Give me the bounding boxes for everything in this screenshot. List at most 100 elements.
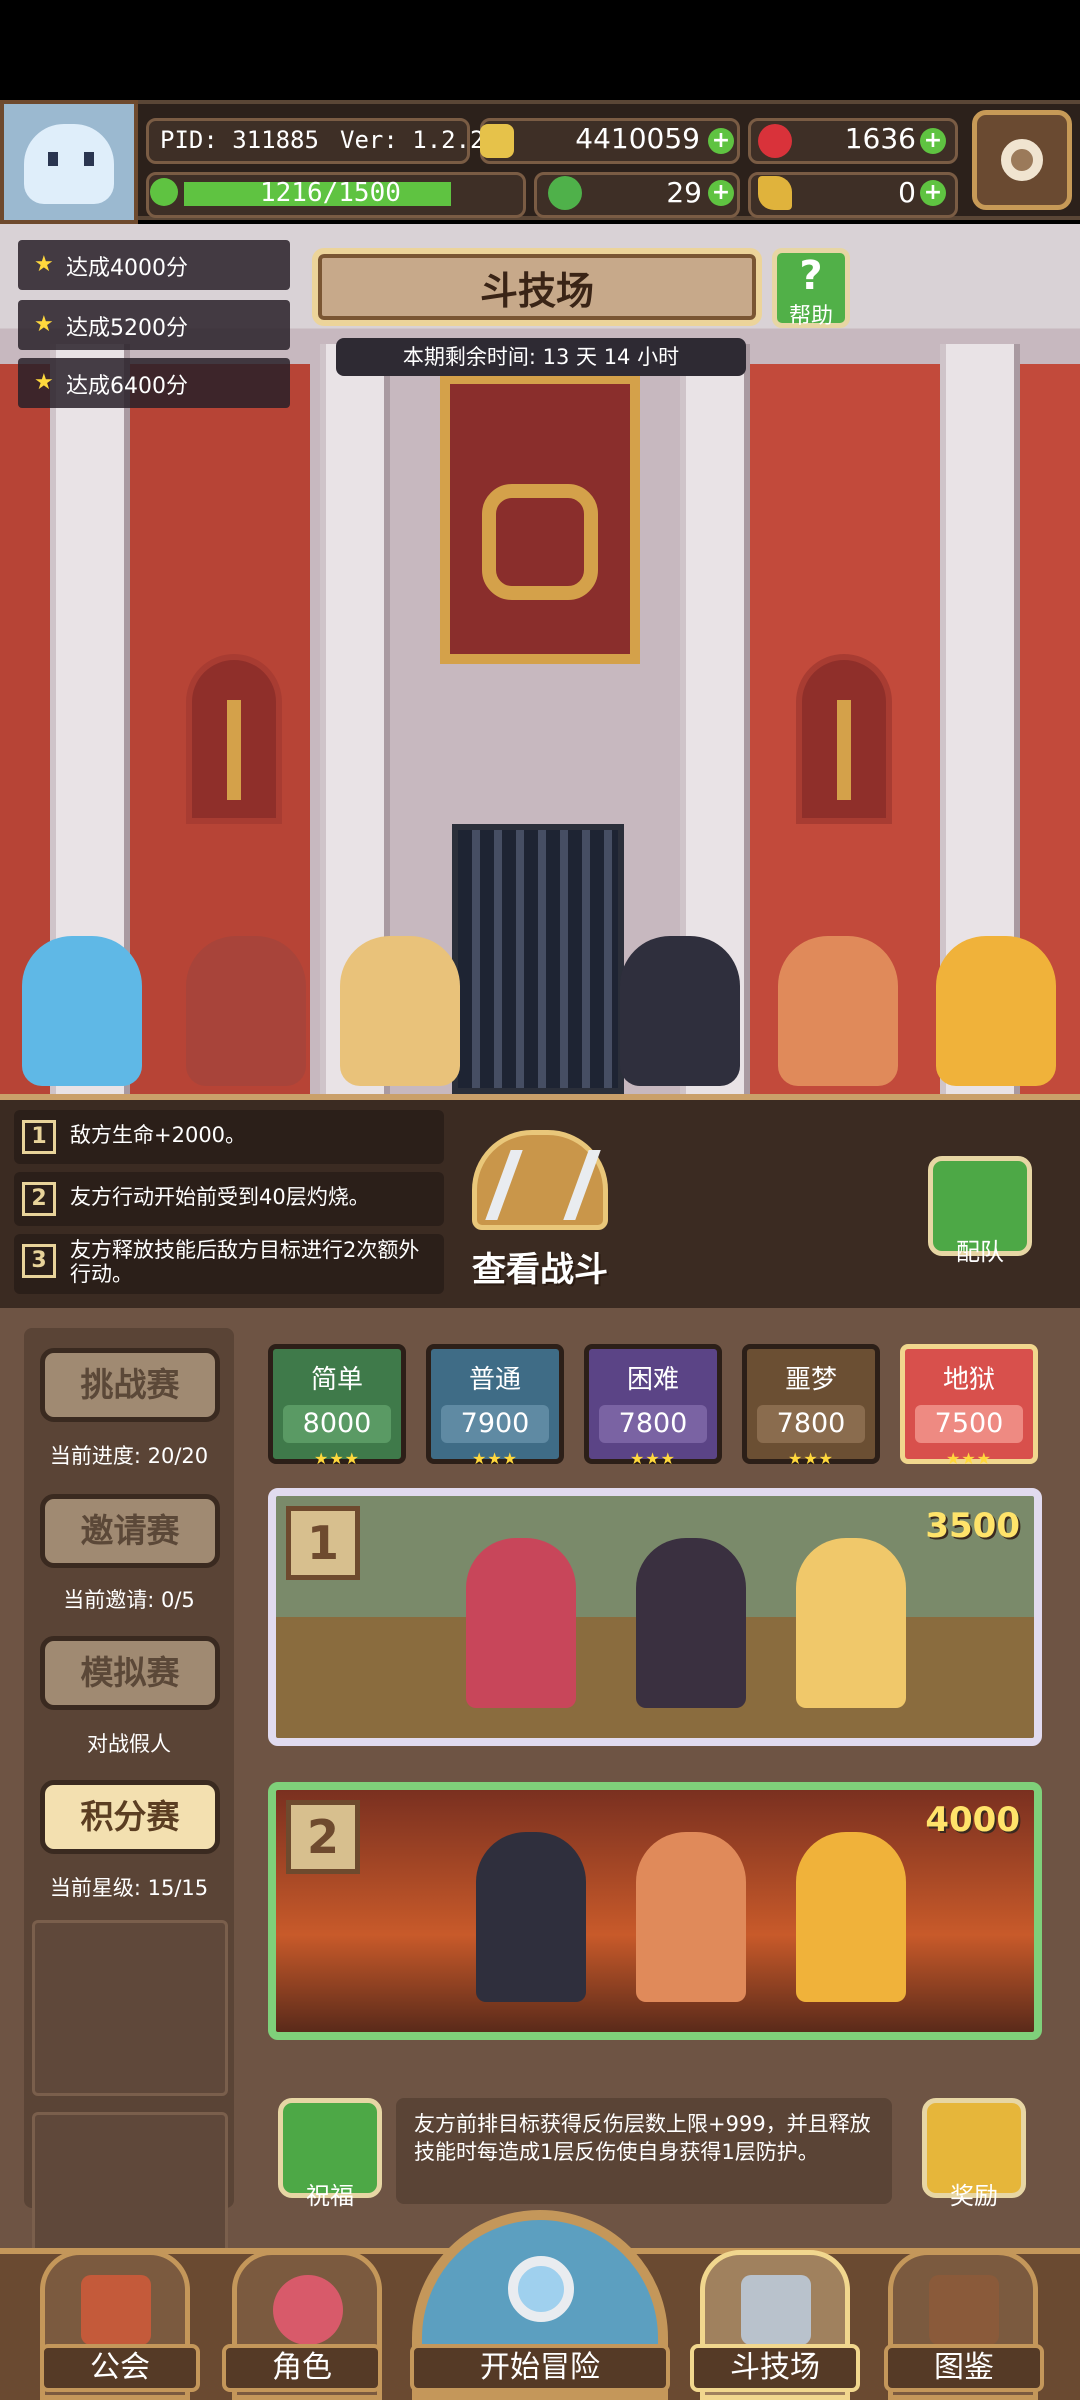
avatar-eye [48,152,58,166]
difficulty-stars: ★★★ [945,1449,993,1468]
hero-sprite [620,936,740,1086]
nav-arena-label: 斗技场 [690,2344,860,2392]
character-icon [273,2275,343,2345]
goal-item: ★ 达成5200分 [18,300,290,350]
enemy-sprite [466,1538,576,1708]
hero-sprite [186,936,306,1086]
difficulty-name: 普通 [468,1365,521,1395]
nav-codex-label: 图鉴 [884,2344,1044,2392]
gold-coin-icon [480,124,514,158]
book-icon [929,2275,999,2345]
enemy-sprite [476,1832,586,2002]
gear-icon [1001,139,1043,181]
add-key-plus-icon[interactable]: + [920,180,946,206]
banner-emblem [482,484,598,600]
question-icon: ? [799,253,823,299]
goal-item: ★ 达成4000分 [18,240,290,290]
sword-icon [227,700,241,800]
team-points: 4000 [925,1800,1020,1840]
nav-guild-label: 公会 [40,2344,200,2392]
hero-sprite [936,936,1056,1086]
sword-alcove [186,654,282,824]
hero-sprite [22,936,142,1086]
ranked-stars: 当前星级: 15/15 [49,1876,209,1900]
add-gem-plus-icon[interactable]: + [920,128,946,154]
invite-count: 当前邀请: 0/5 [63,1588,195,1612]
difficulty-name: 地狱 [942,1365,995,1395]
goal-item: ★ 达成6400分 [18,358,290,408]
clover-amount: 29 [666,176,702,209]
difficulty-hell[interactable]: 地狱 7500 ★★★ [900,1344,1038,1468]
start-adventure-label: 开始冒险 [410,2344,670,2392]
rule-text: 友方释放技能后敌方目标进行2次额外行动。 [70,1238,420,1286]
guild-hall-icon [81,2275,151,2345]
rule-item: 1 敌方生命+2000。 [14,1110,444,1164]
sword-alcove [796,654,892,824]
key-icon [758,176,792,210]
goal-label: 达成5200分 [66,316,188,341]
settings-button[interactable] [972,110,1072,210]
difficulty-score: 7900 [441,1405,549,1443]
difficulty-score: 7500 [915,1405,1023,1443]
exp-text: 1216/1500 [260,178,401,208]
challenge-progress: 当前进度: 20/20 [49,1444,209,1468]
sword-icon [837,700,851,800]
enemy-team-card[interactable]: 2 4000 [268,1782,1042,2040]
help-label: 帮助 [788,304,833,329]
simulation-desc: 对战假人 [87,1732,171,1756]
enemy-sprite [796,1538,906,1708]
key-amount: 0 [898,176,916,209]
page-title: 斗技场 [479,269,594,313]
exp-icon [150,178,178,206]
difficulty-stars: ★★★ [629,1449,677,1468]
blessing-label: 祝福 [306,2182,354,2210]
player-id: PID: 311885 [160,126,319,154]
nav-characters-label: 角色 [222,2344,382,2392]
difficulty-normal[interactable]: 普通 7900 ★★★ [426,1344,564,1468]
ruby-gem-icon [758,124,792,158]
challenge-mode-button[interactable]: 挑战赛 [40,1348,220,1422]
view-battle-label: 查看战斗 [472,1250,608,1290]
difficulty-score: 8000 [283,1405,391,1443]
difficulty-stars: ★★★ [787,1449,835,1468]
rule-number: 3 [22,1244,56,1278]
rule-text: 友方行动开始前受到40层灼烧。 [70,1185,370,1209]
gem-amount: 1636 [844,122,916,155]
player-avatar[interactable] [0,100,138,224]
team-points: 3500 [925,1506,1020,1546]
reward-label: 奖励 [950,2182,998,2210]
difficulty-stars: ★★★ [471,1449,519,1468]
difficulty-nightmare[interactable]: 噩梦 7800 ★★★ [742,1344,880,1468]
difficulty-hard[interactable]: 困难 7800 ★★★ [584,1344,722,1468]
invitational-mode-button[interactable]: 邀请赛 [40,1494,220,1568]
empty-mode-slot [32,1920,228,2096]
difficulty-stars: ★★★ [313,1449,361,1468]
enemy-team-card[interactable]: 1 3500 [268,1488,1042,1746]
magnifier-icon [508,2256,574,2322]
enemy-sprite [636,1832,746,2002]
arena-banner [440,374,640,664]
rule-item: 3 友方释放技能后敌方目标进行2次额外行动。 [14,1234,444,1294]
arena-gate [452,824,624,1094]
goal-label: 达成6400分 [66,374,188,399]
difficulty-name: 困难 [626,1365,679,1395]
avatar-face [24,124,114,204]
avatar-eye [84,152,94,166]
rule-number: 1 [22,1120,56,1154]
add-clover-plus-icon[interactable]: + [708,180,734,206]
gold-amount: 4410059 [575,122,700,155]
team-setup-label: 配队 [956,1238,1004,1266]
simulation-mode-button[interactable]: 模拟赛 [40,1636,220,1710]
rule-text: 敌方生命+2000。 [70,1123,247,1147]
season-timer: 本期剩余时间: 13 天 14 小时 [336,338,746,376]
difficulty-easy[interactable]: 简单 8000 ★★★ [268,1344,406,1468]
enemy-sprite [636,1538,746,1708]
add-gold-plus-icon[interactable]: + [708,128,734,154]
crossed-swords-icon [741,2275,811,2345]
blessing-description: 友方前排目标获得反伤层数上限+999，并且释放技能时每造成1层反伤使自身获得1层… [396,2098,892,2204]
ranked-mode-button[interactable]: 积分赛 [40,1780,220,1854]
hero-sprite [340,936,460,1086]
star-icon: ★ [34,312,54,337]
difficulty-name: 简单 [310,1365,363,1395]
team-index: 2 [286,1800,360,1874]
